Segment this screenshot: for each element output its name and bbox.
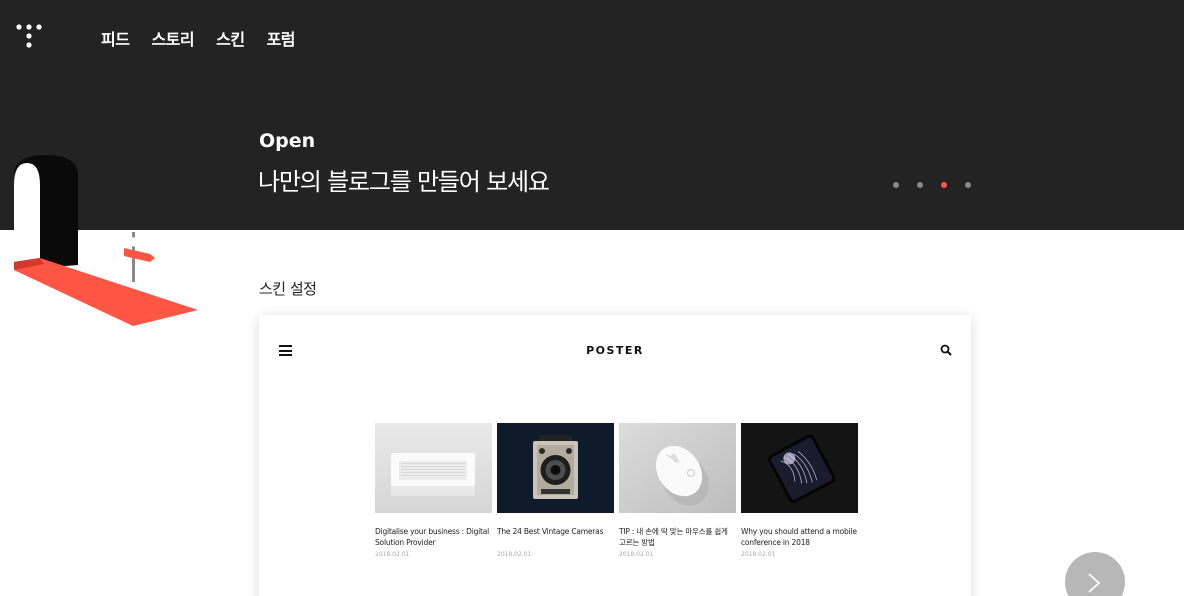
skin-preview-title: POSTER	[586, 344, 644, 357]
carousel-dot[interactable]	[965, 182, 971, 188]
post-thumbnail	[375, 423, 492, 513]
post-thumbnail	[619, 423, 736, 513]
page: 피드 스토리 스킨 포럼 Open 나만의 블로그를 만들어 보세요 스킨 설정…	[0, 0, 1184, 596]
post-date: 2018.02.01	[619, 551, 654, 558]
skin-settings-label: 스킨 설정	[259, 280, 317, 298]
white-speaker-image	[375, 423, 492, 513]
post-thumbnail	[741, 423, 858, 513]
chevron-right-icon	[1088, 573, 1101, 593]
post-list: Digitalise your business : Digital Solut…	[375, 423, 858, 558]
nav-item-story[interactable]: 스토리	[151, 26, 194, 50]
main-nav: 피드 스토리 스킨 포럼	[101, 26, 296, 50]
tistory-logo[interactable]	[16, 24, 42, 50]
post-title: TIP : 내 손에 딱 맞는 마우스를 쉽게 고르는 방법	[619, 527, 728, 547]
white-mouse-image	[619, 423, 736, 513]
vintage-camera-image	[497, 423, 614, 513]
post-date: 2018.02.01	[497, 551, 532, 558]
nav-item-skin[interactable]: 스킨	[216, 26, 245, 50]
smartphone-image	[741, 423, 858, 513]
hero-eyebrow: Open	[259, 130, 316, 152]
tistory-dots-logo-icon	[16, 24, 42, 48]
post-date: 2018.02.01	[375, 551, 410, 558]
carousel-dots	[893, 182, 971, 188]
carousel-dot-active[interactable]	[941, 182, 947, 188]
post-date: 2018.02.01	[741, 551, 776, 558]
carousel-dot[interactable]	[917, 182, 923, 188]
nav-item-feed[interactable]: 피드	[101, 26, 130, 50]
search-icon[interactable]	[940, 344, 952, 356]
post-item[interactable]: Why you should attend a mobile conferenc…	[741, 423, 858, 558]
post-title: Digitalise your business : Digital Solut…	[375, 527, 490, 547]
carousel-dot[interactable]	[893, 182, 899, 188]
post-item[interactable]: Digitalise your business : Digital Solut…	[375, 423, 492, 558]
nav-item-forum[interactable]: 포럼	[267, 26, 296, 50]
post-item[interactable]: TIP : 내 손에 딱 맞는 마우스를 쉽게 고르는 방법 2018.02.0…	[619, 423, 736, 558]
next-slide-button[interactable]	[1065, 552, 1125, 596]
post-item[interactable]: The 24 Best Vintage Cameras 2018.02.01	[497, 423, 614, 558]
hero-title: 나만의 블로그를 만들어 보세요	[258, 168, 550, 196]
post-thumbnail	[497, 423, 614, 513]
post-title: The 24 Best Vintage Cameras	[497, 527, 604, 536]
post-title: Why you should attend a mobile conferenc…	[741, 527, 857, 547]
skin-preview-card[interactable]: POSTER Digitalise your business: Digita…	[259, 315, 971, 596]
